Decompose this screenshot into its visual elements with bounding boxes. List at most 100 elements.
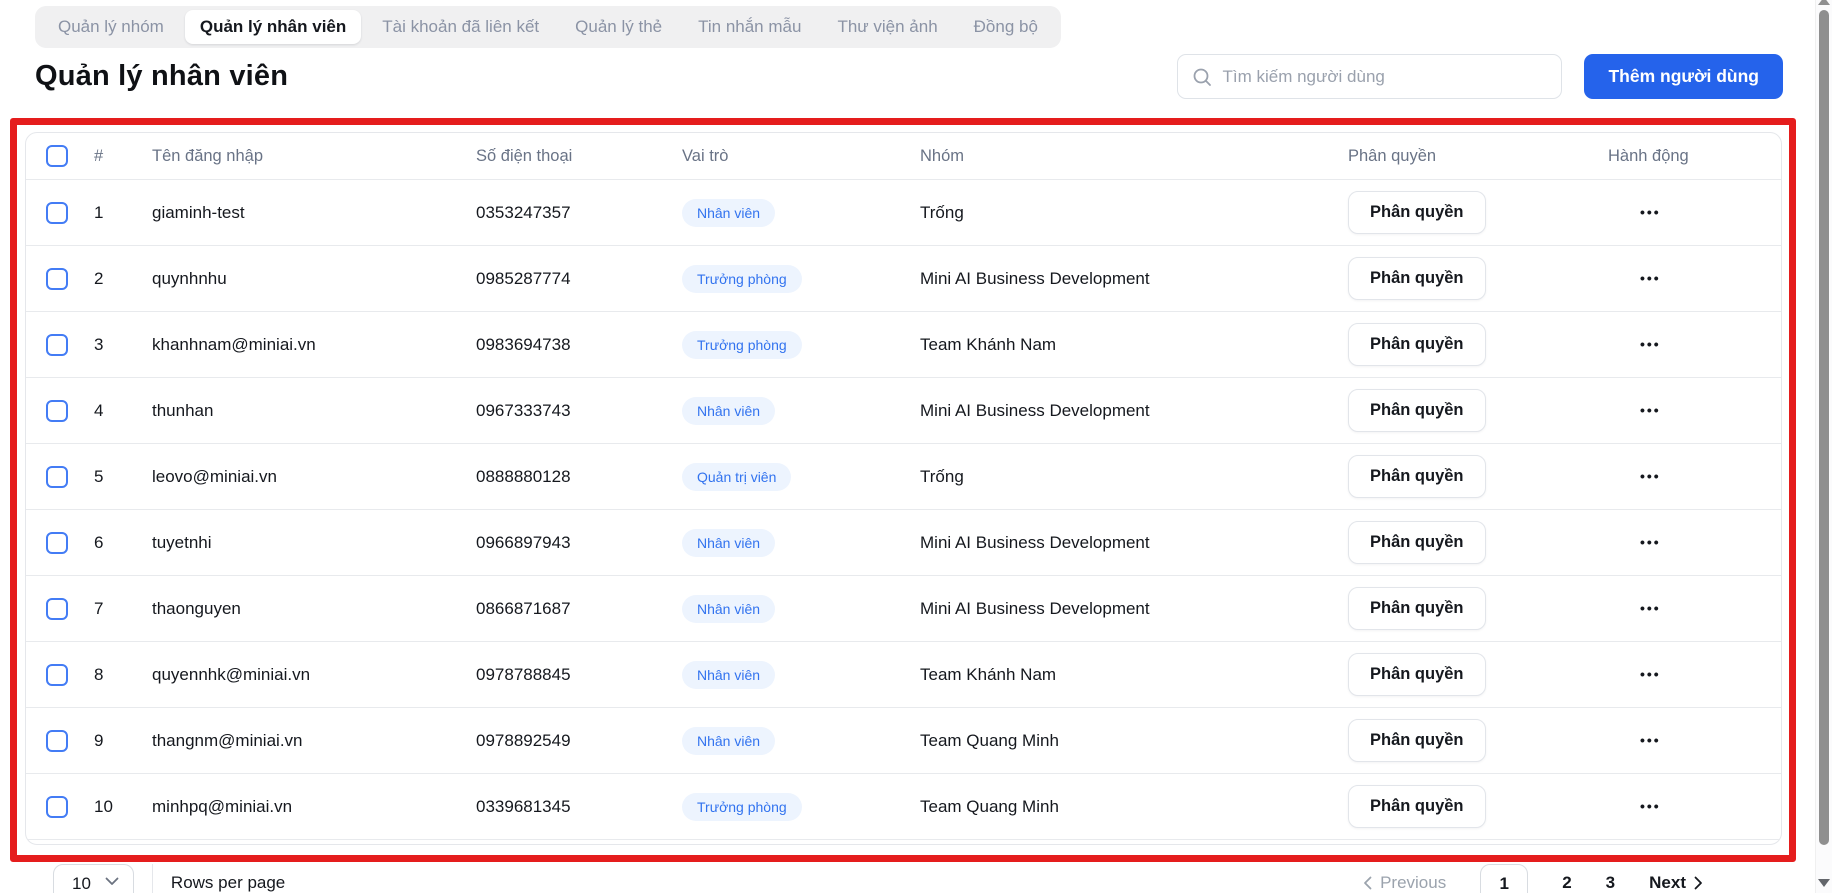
scrollbar-thumb[interactable] xyxy=(1819,10,1829,845)
row-group: Trống xyxy=(908,203,1336,223)
rows-per-page-value: 10 xyxy=(72,866,91,893)
permission-button[interactable]: Phân quyền xyxy=(1348,191,1486,234)
scrollbar-down-arrow-icon[interactable] xyxy=(1818,879,1830,887)
row-actions-menu-icon[interactable]: ••• xyxy=(1640,270,1661,286)
permission-button[interactable]: Phân quyền xyxy=(1348,323,1486,366)
row-actions-menu-icon[interactable]: ••• xyxy=(1640,534,1661,550)
page-header: Quản lý nhân viên Thêm người dùng xyxy=(35,54,1783,99)
permission-button[interactable]: Phân quyền xyxy=(1348,719,1486,762)
row-checkbox[interactable] xyxy=(46,598,68,620)
row-index: 4 xyxy=(82,401,140,421)
page-button-2[interactable]: 2 xyxy=(1562,864,1571,893)
row-checkbox[interactable] xyxy=(46,532,68,554)
page-title: Quản lý nhân viên xyxy=(35,60,288,93)
role-badge: Trưởng phòng xyxy=(682,331,802,359)
permission-button[interactable]: Phân quyền xyxy=(1348,587,1486,630)
permission-button[interactable]: Phân quyền xyxy=(1348,521,1486,564)
row-username: quynhnhu xyxy=(140,269,464,289)
row-actions-menu-icon[interactable]: ••• xyxy=(1640,732,1661,748)
row-group: Team Khánh Nam xyxy=(908,665,1336,685)
col-header-index: # xyxy=(82,147,140,166)
row-phone: 0967333743 xyxy=(464,401,670,421)
row-group: Team Quang Minh xyxy=(908,797,1336,817)
permission-button[interactable]: Phân quyền xyxy=(1348,653,1486,696)
role-badge: Nhân viên xyxy=(682,661,775,689)
row-username: thangnm@miniai.vn xyxy=(140,731,464,751)
col-header-group: Nhóm xyxy=(908,147,1336,166)
table-footer: 10 Rows per page Previous 1 2 3 Next xyxy=(53,864,1745,893)
table-row: 5 leovo@miniai.vn 0888880128 Quản trị vi… xyxy=(26,444,1781,510)
row-actions-menu-icon[interactable]: ••• xyxy=(1640,402,1661,418)
row-username: tuyetnhi xyxy=(140,533,464,553)
next-page-button[interactable]: Next xyxy=(1649,864,1703,893)
scrollbar-up-arrow-icon[interactable] xyxy=(1818,0,1830,5)
top-tab-bar: Quản lý nhóm Quản lý nhân viên Tài khoản… xyxy=(35,6,1061,48)
add-user-button[interactable]: Thêm người dùng xyxy=(1584,54,1783,99)
header-actions: Thêm người dùng xyxy=(1177,54,1783,99)
table-row: 2 quynhnhu 0985287774 Trưởng phòng Mini … xyxy=(26,246,1781,312)
table-row: 7 thaonguyen 0866871687 Nhân viên Mini A… xyxy=(26,576,1781,642)
row-actions-menu-icon[interactable]: ••• xyxy=(1640,600,1661,616)
chevron-right-icon xyxy=(1694,876,1703,890)
row-username: leovo@miniai.vn xyxy=(140,467,464,487)
tab-tin-nhan-mau[interactable]: Tin nhắn mẫu xyxy=(683,10,816,44)
select-all-checkbox[interactable] xyxy=(46,145,68,167)
row-actions-menu-icon[interactable]: ••• xyxy=(1640,468,1661,484)
row-checkbox[interactable] xyxy=(46,796,68,818)
row-phone: 0339681345 xyxy=(464,797,670,817)
previous-label: Previous xyxy=(1380,873,1446,893)
row-actions-menu-icon[interactable]: ••• xyxy=(1640,204,1661,220)
row-username: thaonguyen xyxy=(140,599,464,619)
tab-thu-vien-anh[interactable]: Thư viện ảnh xyxy=(822,10,952,44)
permission-button[interactable]: Phân quyền xyxy=(1348,257,1486,300)
col-header-username: Tên đăng nhập xyxy=(140,147,464,166)
row-checkbox[interactable] xyxy=(46,334,68,356)
tab-quan-ly-nhan-vien[interactable]: Quản lý nhân viên xyxy=(185,10,361,44)
role-badge: Nhân viên xyxy=(682,727,775,755)
permission-button[interactable]: Phân quyền xyxy=(1348,389,1486,432)
row-checkbox[interactable] xyxy=(46,400,68,422)
page-button-3[interactable]: 3 xyxy=(1606,864,1615,893)
row-phone: 0866871687 xyxy=(464,599,670,619)
table-row: 1 giaminh-test 0353247357 Nhân viên Trốn… xyxy=(26,180,1781,246)
row-checkbox[interactable] xyxy=(46,466,68,488)
rows-per-page-select[interactable]: 10 xyxy=(53,864,134,893)
row-actions-menu-icon[interactable]: ••• xyxy=(1640,798,1661,814)
role-badge: Quản trị viên xyxy=(682,463,791,491)
role-badge: Nhân viên xyxy=(682,397,775,425)
footer-divider xyxy=(152,864,153,893)
role-badge: Trưởng phòng xyxy=(682,793,802,821)
row-actions-menu-icon[interactable]: ••• xyxy=(1640,336,1661,352)
table-row: 6 tuyetnhi 0966897943 Nhân viên Mini AI … xyxy=(26,510,1781,576)
permission-button[interactable]: Phân quyền xyxy=(1348,455,1486,498)
row-checkbox[interactable] xyxy=(46,664,68,686)
tab-dong-bo[interactable]: Đồng bộ xyxy=(959,10,1053,44)
row-checkbox[interactable] xyxy=(46,268,68,290)
vertical-scrollbar[interactable] xyxy=(1815,0,1832,893)
row-username: thunhan xyxy=(140,401,464,421)
page-button-1[interactable]: 1 xyxy=(1480,864,1528,893)
row-phone: 0985287774 xyxy=(464,269,670,289)
row-checkbox[interactable] xyxy=(46,730,68,752)
row-index: 6 xyxy=(82,533,140,553)
row-phone: 0978788845 xyxy=(464,665,670,685)
tab-quan-ly-nhom[interactable]: Quản lý nhóm xyxy=(43,10,179,44)
permission-button[interactable]: Phân quyền xyxy=(1348,785,1486,828)
tab-tai-khoan-da-lien-ket[interactable]: Tài khoản đã liên kết xyxy=(367,10,554,44)
role-badge: Nhân viên xyxy=(682,529,775,557)
user-table: # Tên đăng nhập Số điện thoại Vai trò Nh… xyxy=(25,132,1782,845)
rows-per-page-label: Rows per page xyxy=(171,864,285,893)
next-label: Next xyxy=(1649,873,1686,893)
tab-quan-ly-the[interactable]: Quản lý thẻ xyxy=(560,10,677,44)
row-group: Mini AI Business Development xyxy=(908,269,1336,289)
row-username: minhpq@miniai.vn xyxy=(140,797,464,817)
row-group: Team Khánh Nam xyxy=(908,335,1336,355)
row-index: 1 xyxy=(82,203,140,223)
role-badge: Nhân viên xyxy=(682,595,775,623)
search-box[interactable] xyxy=(1177,54,1562,99)
row-actions-menu-icon[interactable]: ••• xyxy=(1640,666,1661,682)
search-icon xyxy=(1192,67,1212,87)
search-input[interactable] xyxy=(1222,67,1547,87)
previous-page-button[interactable]: Previous xyxy=(1363,864,1446,893)
row-checkbox[interactable] xyxy=(46,202,68,224)
